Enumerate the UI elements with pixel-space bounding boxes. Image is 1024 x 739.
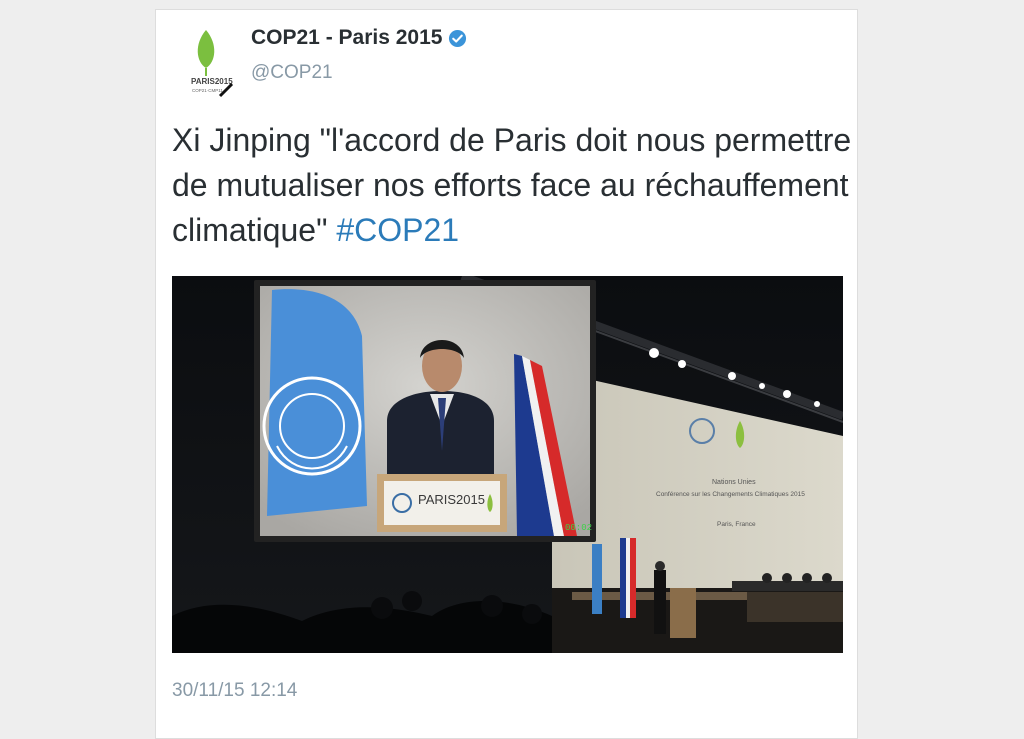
tweet-body: Xi Jinping "l'accord de Paris doit nous … — [172, 122, 852, 248]
podium-logo-text: PARIS2015 — [418, 492, 485, 507]
hashtag-link[interactable]: #COP21 — [336, 212, 459, 248]
verified-badge-icon — [448, 29, 467, 48]
conference-photo: Nations Unies Conférence sur les Changem… — [172, 276, 843, 653]
svg-text:COP21·CMP11: COP21·CMP11 — [192, 88, 223, 93]
display-name[interactable]: COP21 - Paris 2015 — [251, 26, 442, 50]
backdrop-line3: Paris, France — [717, 521, 756, 528]
tweet-card: PARIS2015 COP21·CMP11 COP21 - Paris 2015… — [155, 9, 858, 739]
account-handle[interactable]: @COP21 — [251, 62, 333, 84]
backdrop-line1: Nations Unies — [712, 479, 756, 486]
screen-timer: 00:02 — [565, 523, 592, 533]
account-name[interactable]: COP21 - Paris 2015 — [251, 26, 467, 50]
avatar[interactable]: PARIS2015 COP21·CMP11 — [186, 26, 240, 98]
tweet-timestamp[interactable]: 30/11/15 12:14 — [172, 680, 297, 702]
tweet-photo[interactable]: Nations Unies Conférence sur les Changem… — [172, 276, 843, 653]
backdrop-line2: Conférence sur les Changements Climatiqu… — [656, 491, 805, 498]
avatar-logo-text: PARIS2015 — [191, 77, 233, 86]
tweet-text: Xi Jinping "l'accord de Paris doit nous … — [172, 118, 852, 253]
cop21-leaf-logo-icon: PARIS2015 COP21·CMP11 — [191, 30, 233, 98]
